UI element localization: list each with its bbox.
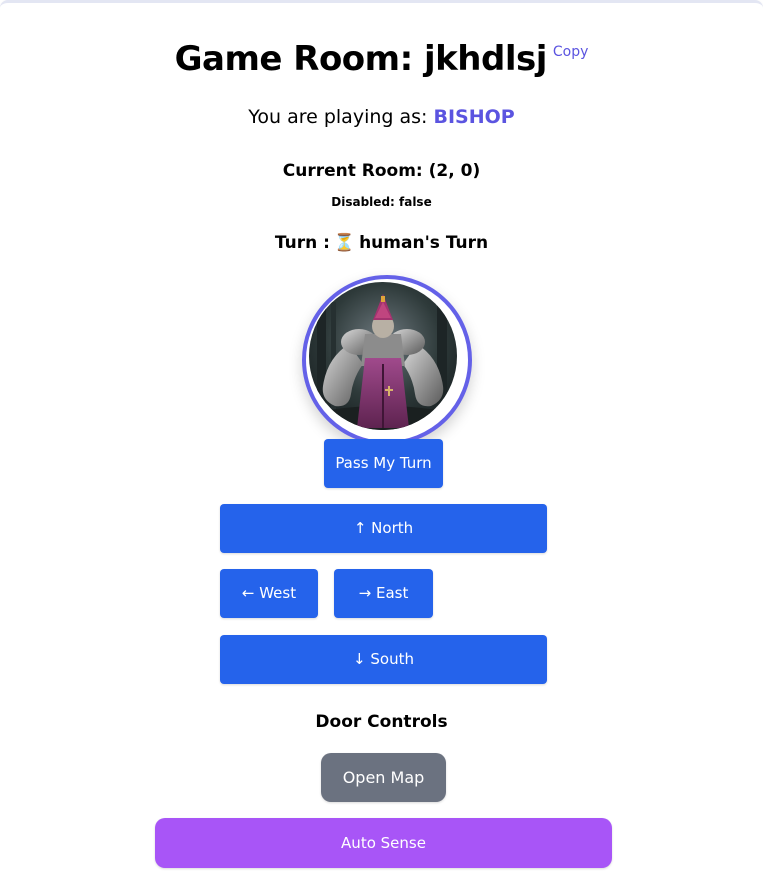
turn-player: human's Turn xyxy=(359,233,489,253)
auto-sense-button[interactable]: Auto Sense xyxy=(155,818,612,868)
copy-button[interactable]: Copy xyxy=(553,44,589,60)
playing-as-line: You are playing as: BISHOP xyxy=(0,106,763,128)
pass-turn-button[interactable]: Pass My Turn xyxy=(324,439,443,488)
current-room: Current Room: (2, 0) xyxy=(282,161,481,181)
disabled-status: Disabled: false xyxy=(331,195,432,209)
move-north-button[interactable]: ↑ North xyxy=(220,504,547,553)
turn-indicator: Turn : ⏳ human's Turn xyxy=(0,233,763,253)
game-room-page: Game Room: jkhdlsj Copy You are playing a… xyxy=(0,0,763,886)
move-south-button[interactable]: ↓ South xyxy=(220,635,547,684)
player-role: BISHOP xyxy=(433,106,515,128)
open-map-button[interactable]: Open Map xyxy=(321,753,446,802)
door-controls-heading: Door Controls xyxy=(315,712,448,732)
bishop-portrait-icon xyxy=(309,282,457,430)
hourglass-icon: ⏳ xyxy=(333,233,356,253)
playing-as-label: You are playing as: xyxy=(248,106,428,128)
move-east-button[interactable]: → East xyxy=(334,569,433,618)
page-title: Game Room: jkhdlsj xyxy=(174,39,548,79)
avatar xyxy=(302,275,472,445)
turn-label: Turn : xyxy=(274,233,330,253)
title-row: Game Room: jkhdlsj Copy xyxy=(0,39,763,79)
move-west-button[interactable]: ← West xyxy=(220,569,318,618)
